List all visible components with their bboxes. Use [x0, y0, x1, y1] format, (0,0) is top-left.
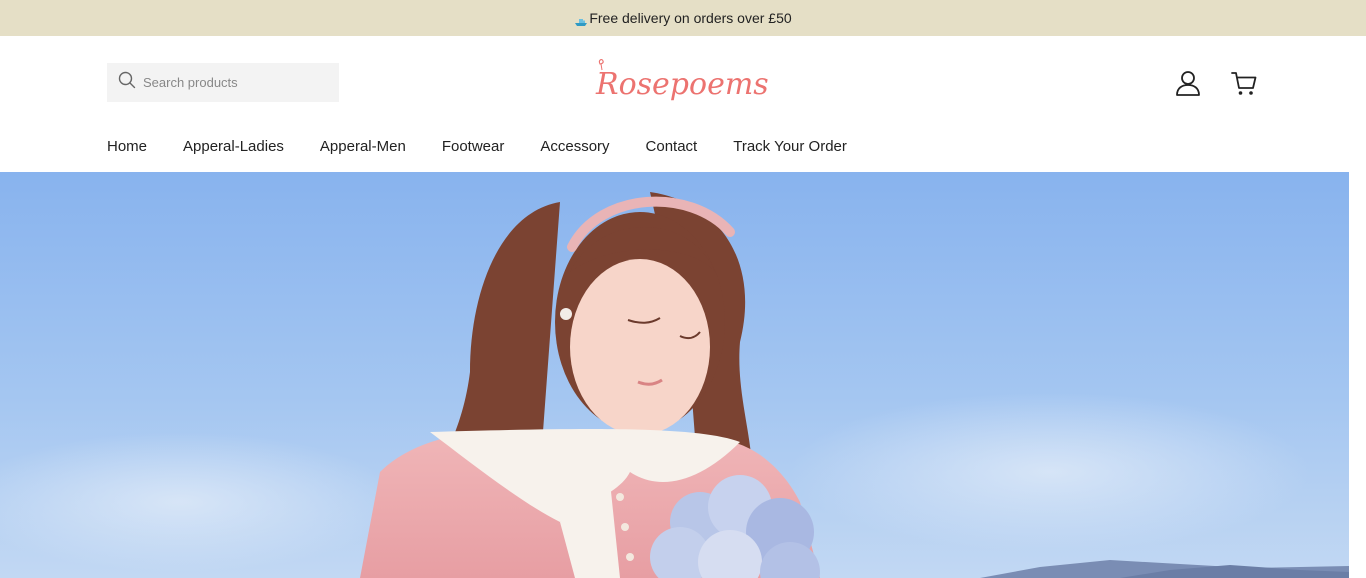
nav-item-apperal-men[interactable]: Apperal-Men [320, 138, 406, 155]
announcement-text: Free delivery on orders over £50 [589, 10, 792, 26]
site-header: Rosepoems Home Apperal-Ladies Apperal-Me… [0, 36, 1366, 172]
announcement-bar: Free delivery on orders over £50 [0, 0, 1366, 36]
main-nav: Home Apperal-Ladies Apperal-Men Footwear… [107, 136, 883, 156]
ship-icon [574, 14, 588, 26]
nav-item-apperal-ladies[interactable]: Apperal-Ladies [183, 138, 284, 155]
nav-item-home[interactable]: Home [107, 138, 147, 155]
nav-item-accessory[interactable]: Accessory [540, 138, 609, 155]
search-bar[interactable] [107, 63, 339, 102]
search-input[interactable] [143, 75, 333, 90]
nav-item-contact[interactable]: Contact [646, 138, 698, 155]
search-icon[interactable] [118, 71, 136, 94]
nav-item-footwear[interactable]: Footwear [442, 138, 505, 155]
nav-item-track-order[interactable]: Track Your Order [733, 138, 847, 155]
logo-text: Rosepoems [595, 67, 769, 102]
site-logo[interactable]: Rosepoems [590, 50, 776, 108]
cart-icon[interactable] [1230, 69, 1258, 97]
user-icon[interactable] [1174, 69, 1202, 97]
hero-banner[interactable] [0, 172, 1349, 578]
hero-image [0, 192, 1349, 578]
